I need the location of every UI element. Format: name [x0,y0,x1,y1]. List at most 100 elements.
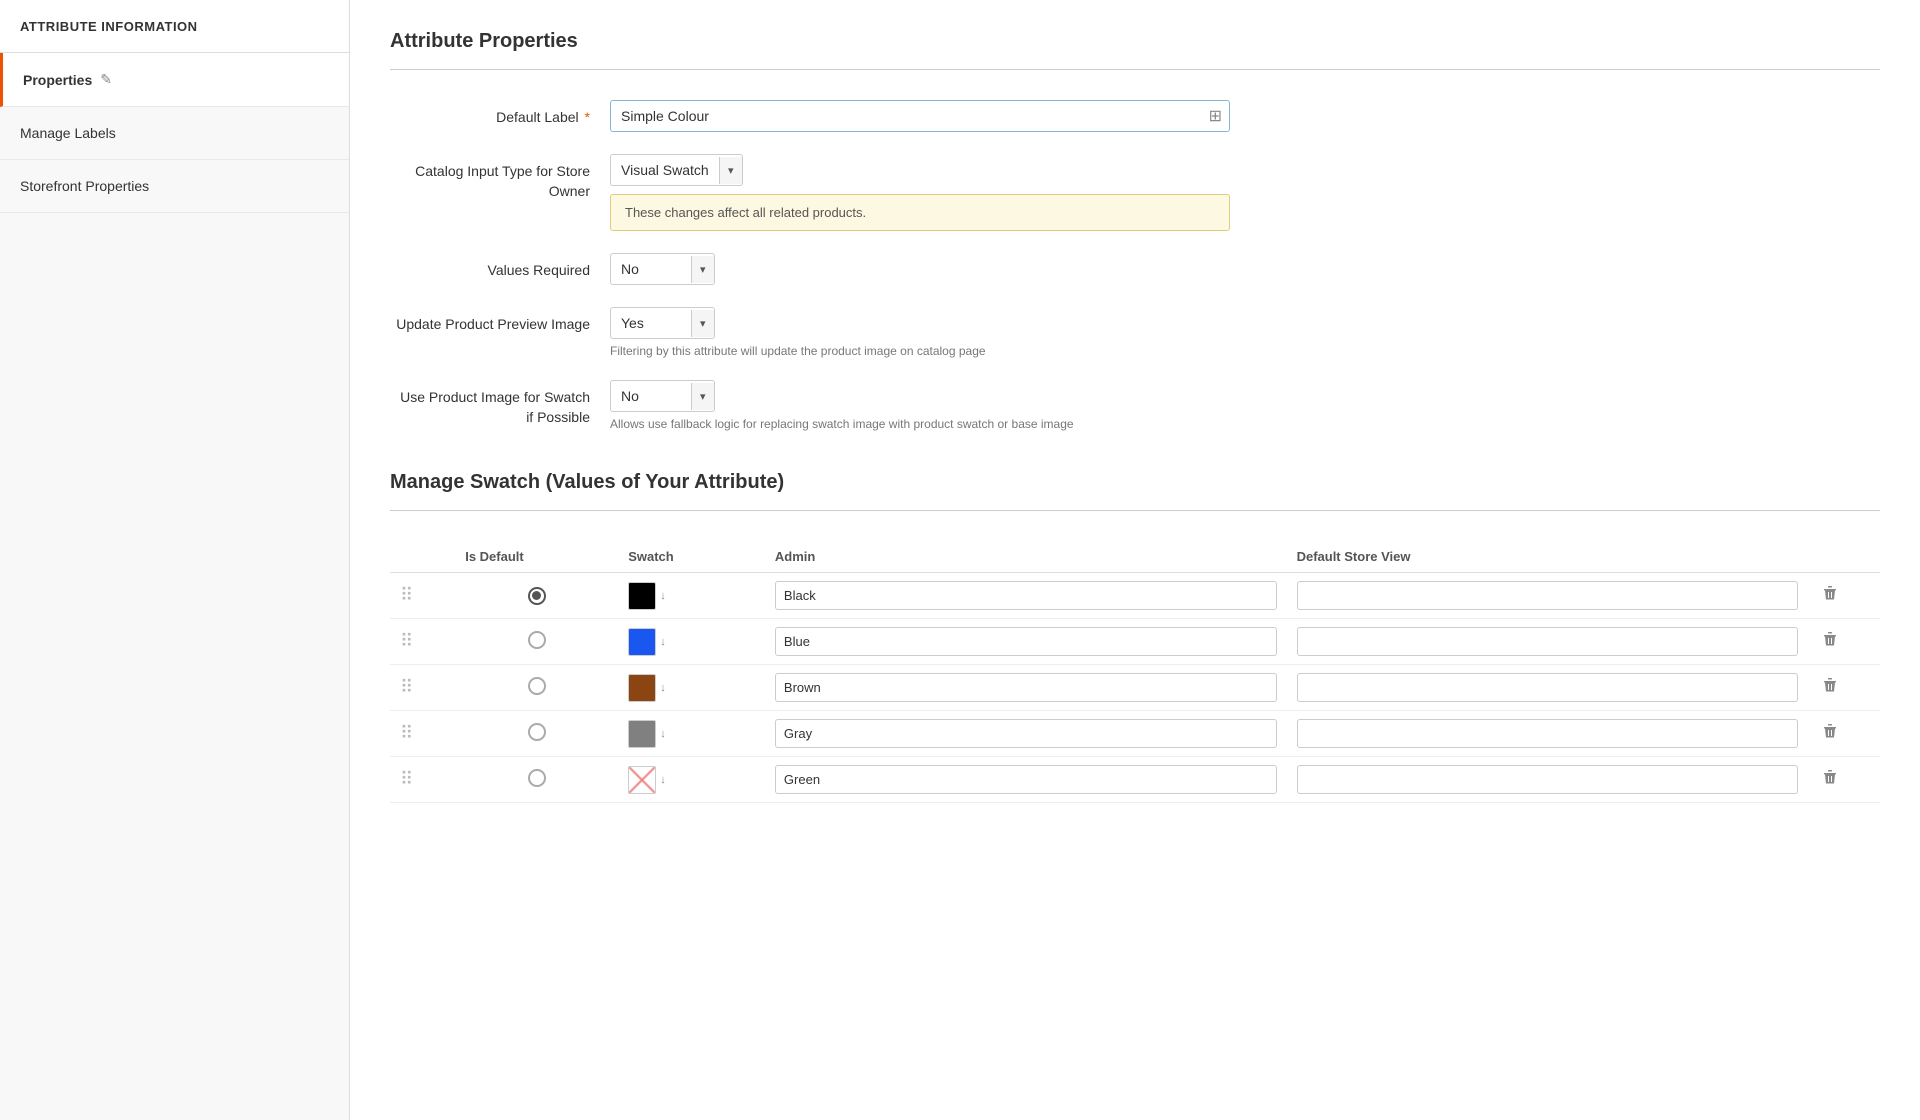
swatch-down-arrow: ↓ [660,682,666,694]
sidebar-item-properties-label: Properties [23,72,92,88]
catalog-input-type-select[interactable]: Visual Swatch [611,155,719,185]
default-label-input-wrapper: ⊞ [610,100,1230,132]
swatch-section-divider [390,510,1880,511]
swatch-color-cell: ↓ [618,665,765,711]
is-default-cell [455,619,618,665]
delete-row-button[interactable] [1818,581,1842,610]
admin-value-input[interactable] [775,581,1277,610]
table-row: ⠿↓ [390,757,1880,803]
attribute-properties-title: Attribute Properties [390,30,1880,53]
sidebar-item-storefront-properties-label: Storefront Properties [20,178,149,194]
drag-icon: ⠿ [400,631,415,651]
swatch-color-box[interactable] [628,582,656,610]
values-required-label: Values Required [390,253,610,281]
default-label-label: Default Label * [390,100,610,128]
admin-value-cell [765,573,1287,619]
update-product-preview-control: Yes ▾ Filtering by this attribute will u… [610,307,1310,358]
admin-value-input[interactable] [775,673,1277,702]
store-view-cell [1287,711,1809,757]
col-storeview-header: Default Store View [1287,541,1809,573]
main-content: Attribute Properties Default Label * ⊞ C… [350,0,1920,1120]
delete-row-button[interactable] [1818,673,1842,702]
update-product-preview-label: Update Product Preview Image [390,307,610,335]
is-default-radio[interactable] [528,631,546,649]
swatch-color-cell: ↓ [618,619,765,665]
edit-icon: ✎ [100,71,112,88]
values-required-select[interactable]: No [611,254,691,284]
swatch-down-arrow: ↓ [660,636,666,648]
col-swatch-header: Swatch [618,541,765,573]
delete-cell [1808,665,1880,711]
is-default-cell [455,665,618,711]
admin-value-input[interactable] [775,765,1277,794]
delete-cell [1808,619,1880,665]
col-drag-header [390,541,455,573]
swatch-color-box[interactable] [628,628,656,656]
drag-icon: ⠿ [400,769,415,789]
sidebar-navigation: Properties ✎ Manage Labels Storefront Pr… [0,53,349,213]
drag-handle[interactable]: ⠿ [390,573,455,619]
update-product-preview-arrow: ▾ [691,310,714,337]
default-label-control: ⊞ [610,100,1310,132]
is-default-radio[interactable] [528,769,546,787]
is-default-radio[interactable] [528,587,546,605]
col-default-header: Is Default [455,541,618,573]
table-row: ⠿↓ [390,711,1880,757]
delete-cell [1808,711,1880,757]
swatch-color-box[interactable] [628,674,656,702]
sidebar-item-properties[interactable]: Properties ✎ [0,53,349,107]
default-label-input[interactable] [610,100,1230,132]
swatch-no-image-box[interactable] [628,766,656,794]
default-label-row: Default Label * ⊞ [390,100,1880,132]
swatch-table-header-row: Is Default Swatch Admin Default Store Vi… [390,541,1880,573]
catalog-input-type-control: Visual Swatch ▾ These changes affect all… [610,154,1310,231]
values-required-select-wrapper: No ▾ [610,253,715,285]
drag-handle[interactable]: ⠿ [390,619,455,665]
store-view-input[interactable] [1297,581,1799,610]
store-view-input[interactable] [1297,719,1799,748]
swatch-color-box[interactable] [628,720,656,748]
store-view-input[interactable] [1297,627,1799,656]
use-product-image-arrow: ▾ [691,383,714,410]
sidebar-item-manage-labels[interactable]: Manage Labels [0,107,349,160]
catalog-input-type-arrow: ▾ [719,157,742,184]
drag-icon: ⠿ [400,723,415,743]
swatch-color-cell: ↓ [618,757,765,803]
is-default-cell [455,757,618,803]
admin-value-cell [765,757,1287,803]
sidebar: ATTRIBUTE INFORMATION Properties ✎ Manag… [0,0,350,1120]
attribute-properties-divider [390,69,1880,70]
values-required-control: No ▾ [610,253,1310,285]
admin-value-input[interactable] [775,719,1277,748]
swatch-down-arrow: ↓ [660,774,666,786]
delete-row-button[interactable] [1818,627,1842,656]
table-row: ⠿↓ [390,665,1880,711]
sidebar-item-manage-labels-label: Manage Labels [20,125,116,141]
is-default-cell [455,573,618,619]
store-view-cell [1287,573,1809,619]
drag-handle[interactable]: ⠿ [390,711,455,757]
catalog-input-type-row: Catalog Input Type for Store Owner Visua… [390,154,1880,231]
use-product-image-select[interactable]: No [611,381,691,411]
update-product-preview-hint: Filtering by this attribute will update … [610,344,1310,358]
delete-row-button[interactable] [1818,719,1842,748]
is-default-radio[interactable] [528,723,546,741]
drag-icon: ⠿ [400,585,415,605]
delete-row-button[interactable] [1818,765,1842,794]
drag-handle[interactable]: ⠿ [390,665,455,711]
swatch-down-arrow: ↓ [660,590,666,602]
table-row: ⠿↓ [390,573,1880,619]
values-required-row: Values Required No ▾ [390,253,1880,285]
use-product-image-hint: Allows use fallback logic for replacing … [610,417,1310,431]
delete-cell [1808,757,1880,803]
update-product-preview-select[interactable]: Yes [611,308,691,338]
values-required-arrow: ▾ [691,256,714,283]
sidebar-item-storefront-properties[interactable]: Storefront Properties [0,160,349,213]
drag-handle[interactable]: ⠿ [390,757,455,803]
admin-value-input[interactable] [775,627,1277,656]
col-delete-header [1808,541,1880,573]
swatch-color-cell: ↓ [618,573,765,619]
is-default-radio[interactable] [528,677,546,695]
store-view-input[interactable] [1297,673,1799,702]
store-view-input[interactable] [1297,765,1799,794]
